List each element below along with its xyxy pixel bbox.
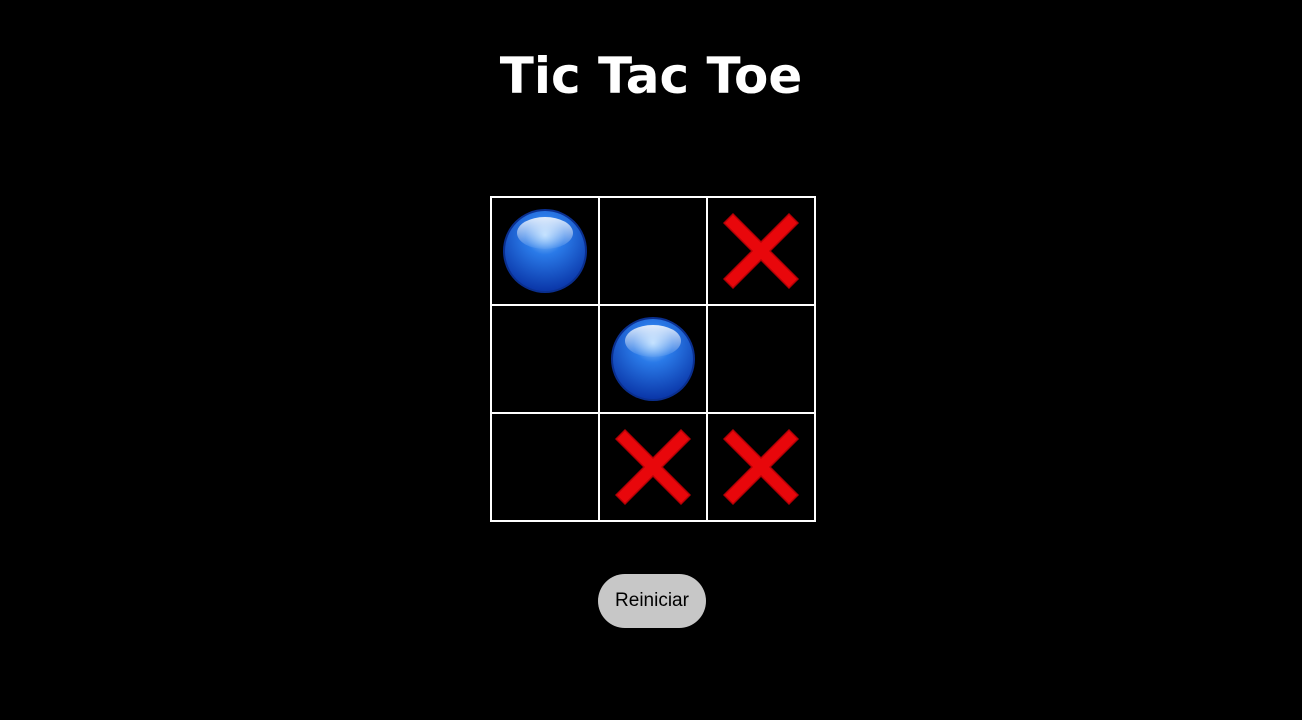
- red-cross-icon: [609, 423, 697, 511]
- restart-button[interactable]: Reiniciar: [598, 574, 706, 628]
- board-cell-6[interactable]: [707, 305, 815, 413]
- board-cell-2[interactable]: [599, 197, 707, 305]
- red-cross-icon: [717, 423, 805, 511]
- board-cell-4[interactable]: [491, 305, 599, 413]
- blue-circle-icon: [609, 315, 697, 403]
- board-cell-5[interactable]: [599, 305, 707, 413]
- game-board: [490, 196, 816, 522]
- blue-circle-icon: [501, 207, 589, 295]
- board-cell-1[interactable]: [491, 197, 599, 305]
- red-cross-icon: [717, 207, 805, 295]
- board-cell-3[interactable]: [707, 197, 815, 305]
- game-page: Tic Tac Toe Reiniciar: [0, 0, 1302, 720]
- board-cell-7[interactable]: [491, 413, 599, 521]
- page-title: Tic Tac Toe: [499, 47, 803, 105]
- board-cell-9[interactable]: [707, 413, 815, 521]
- board-cell-8[interactable]: [599, 413, 707, 521]
